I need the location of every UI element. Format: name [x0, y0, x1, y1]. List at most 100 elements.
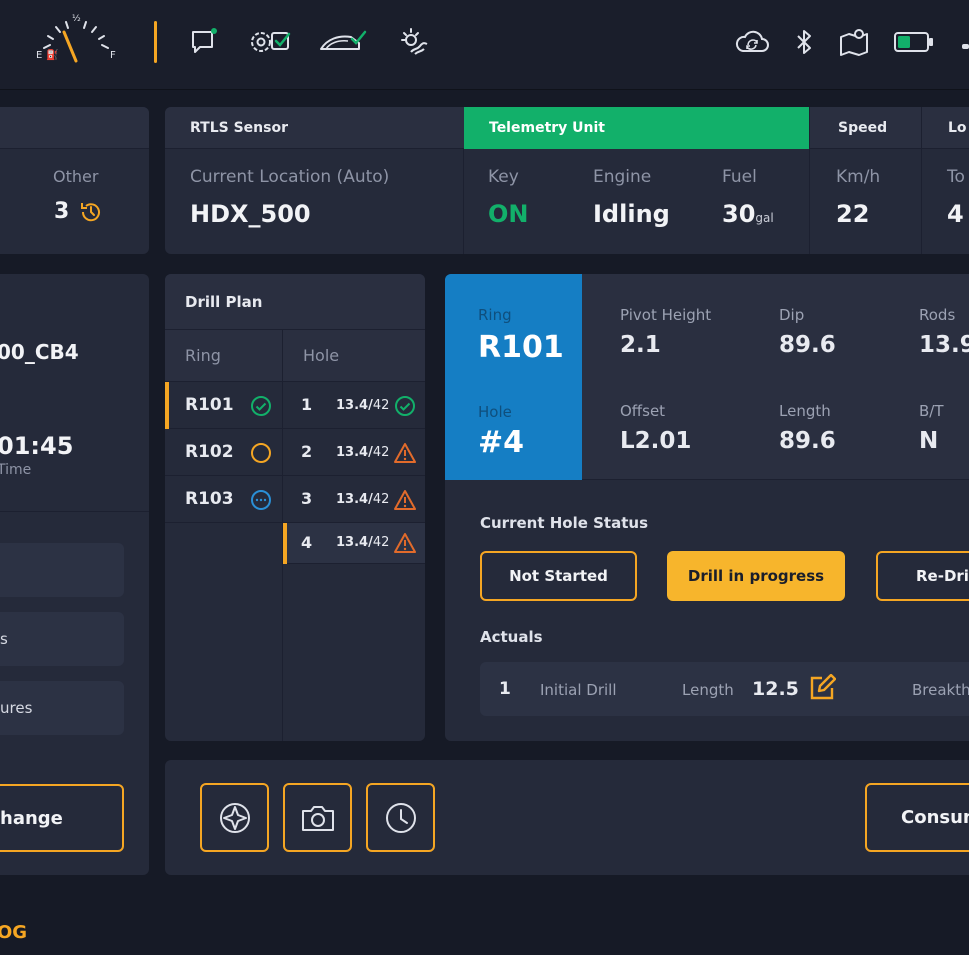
drill-in-progress-label: Drill in progress — [687, 567, 825, 585]
drill-plan-column-header: Ring Hole — [165, 330, 425, 382]
ring-name: R101 — [185, 395, 234, 415]
ring-row-r103[interactable]: R103 — [165, 476, 282, 523]
map-icon[interactable] — [832, 20, 876, 64]
current-location-label: Current Location (Auto) — [190, 167, 390, 187]
hole-length: 13.4/42 — [336, 492, 390, 507]
bt-label: B/T — [919, 402, 944, 420]
telemetry-header-label: Telemetry Unit — [489, 120, 605, 136]
hole-length-total: 42 — [372, 398, 390, 413]
length-value: 89.6 — [779, 428, 836, 454]
pending-circle-icon — [250, 442, 272, 464]
ring-column-header: Ring — [185, 346, 221, 365]
selected-indicator — [283, 523, 287, 564]
vehicle-check-icon[interactable] — [318, 20, 370, 64]
location-total-value: 4 — [947, 200, 964, 228]
location-header: Lo — [921, 107, 969, 149]
bt-value: N — [919, 428, 939, 454]
divider — [0, 511, 149, 512]
badge-ring-value: R101 — [478, 330, 564, 365]
ring-name: R102 — [185, 442, 234, 462]
actual-name: Initial Drill — [540, 681, 617, 699]
topbar-divider — [154, 21, 157, 63]
clock-icon — [384, 801, 418, 835]
fuel-full-label: F — [110, 50, 116, 61]
hole-length-total: 42 — [372, 492, 390, 507]
bottom-toolbar: Consun — [165, 760, 969, 875]
hole-column-header: Hole — [303, 346, 340, 365]
re-drill-button[interactable]: Re-Dri — [876, 551, 969, 601]
bluetooth-icon[interactable] — [782, 20, 826, 64]
fuel-warning-icon: ⛽ — [46, 50, 59, 61]
ring-row-r102[interactable]: R102 — [165, 429, 282, 476]
hole-length: 13.4/42 — [336, 445, 390, 460]
not-started-label: Not Started — [509, 567, 608, 585]
current-hole-status-title: Current Hole Status — [480, 514, 648, 532]
hole-row-2[interactable]: 2 13.4/42 — [283, 429, 425, 476]
compass-button[interactable] — [200, 783, 269, 852]
speed-value: 22 — [836, 200, 870, 228]
more-icon[interactable] — [962, 44, 969, 49]
actual-number: 1 — [499, 679, 511, 699]
breakthrough-label: Breakth — [912, 681, 969, 699]
pivot-height-label: Pivot Height — [620, 306, 712, 324]
check-circle-icon — [394, 395, 416, 417]
hole-row-4[interactable]: 4 13.4/42 — [283, 523, 425, 564]
menu-item-2-label: s — [0, 630, 8, 648]
edit-icon[interactable] — [808, 674, 836, 702]
hole-number: 2 — [301, 442, 313, 461]
fuel-label: Fuel — [722, 167, 757, 187]
other-label: Other — [53, 167, 99, 186]
weather-icon[interactable] — [392, 20, 436, 64]
menu-item-1[interactable] — [0, 543, 124, 597]
history-icon[interactable] — [78, 199, 104, 225]
drill-in-progress-button[interactable]: Drill in progress — [667, 551, 845, 601]
speed-unit-label: Km/h — [836, 167, 881, 187]
ring-name: R103 — [185, 489, 234, 509]
menu-item-3[interactable]: ures — [0, 681, 124, 735]
camera-button[interactable] — [283, 783, 352, 852]
hole-length-total: 42 — [372, 445, 390, 460]
job-time-label: Time — [0, 462, 32, 478]
hole-length-value: 13.4 — [336, 445, 369, 460]
message-icon[interactable] — [182, 20, 226, 64]
hole-row-3[interactable]: 3 13.4/42 — [283, 476, 425, 523]
re-drill-label: Re-Dri — [916, 567, 969, 585]
fuel-half-label: ½ — [72, 14, 81, 24]
divider — [921, 149, 922, 254]
ring-row-r101[interactable]: R101 — [165, 382, 282, 429]
actual-row[interactable]: 1 Initial Drill Length 12.5 Breakth — [480, 662, 969, 716]
selected-indicator — [165, 382, 169, 429]
check-circle-icon — [250, 395, 272, 417]
history-button[interactable] — [366, 783, 435, 852]
actual-length-value: 12.5 — [752, 678, 799, 700]
fuel-empty-label: E — [36, 50, 43, 61]
consumables-button[interactable]: Consun — [865, 783, 969, 852]
engine-value: Idling — [593, 200, 670, 228]
hole-row-1[interactable]: 1 13.4/42 — [283, 382, 425, 429]
key-label: Key — [488, 167, 519, 187]
fuel-value: 30 — [722, 200, 756, 228]
left-summary-panel: Other 3 — [0, 107, 149, 254]
engine-label: Engine — [593, 167, 652, 187]
in-progress-circle-icon — [250, 489, 272, 511]
badge-ring-label: Ring — [478, 306, 512, 324]
actuals-title: Actuals — [480, 628, 543, 646]
compass-icon — [218, 801, 252, 835]
not-started-button[interactable]: Not Started — [480, 551, 637, 601]
offset-label: Offset — [620, 402, 666, 420]
hole-number: 3 — [301, 489, 313, 508]
status-bar-panel: RTLS Sensor Telemetry Unit Speed Lo Curr… — [165, 107, 969, 254]
hole-detail-panel: Ring R101 Hole #4 Pivot Height 2.1 Dip 8… — [445, 274, 969, 741]
settings-check-icon[interactable] — [248, 20, 292, 64]
top-bar: E ⛽ ½ F — [0, 0, 969, 90]
warning-triangle-icon — [394, 489, 416, 511]
rods-label: Rods — [919, 306, 956, 324]
cloud-sync-icon[interactable] — [730, 20, 774, 64]
key-value: ON — [488, 200, 529, 228]
hole-length-value: 13.4 — [336, 398, 369, 413]
dip-label: Dip — [779, 306, 805, 324]
change-button-label: hange — [0, 807, 63, 829]
change-button[interactable]: hange — [0, 784, 124, 852]
dip-value: 89.6 — [779, 332, 836, 358]
menu-item-2[interactable]: s — [0, 612, 124, 666]
